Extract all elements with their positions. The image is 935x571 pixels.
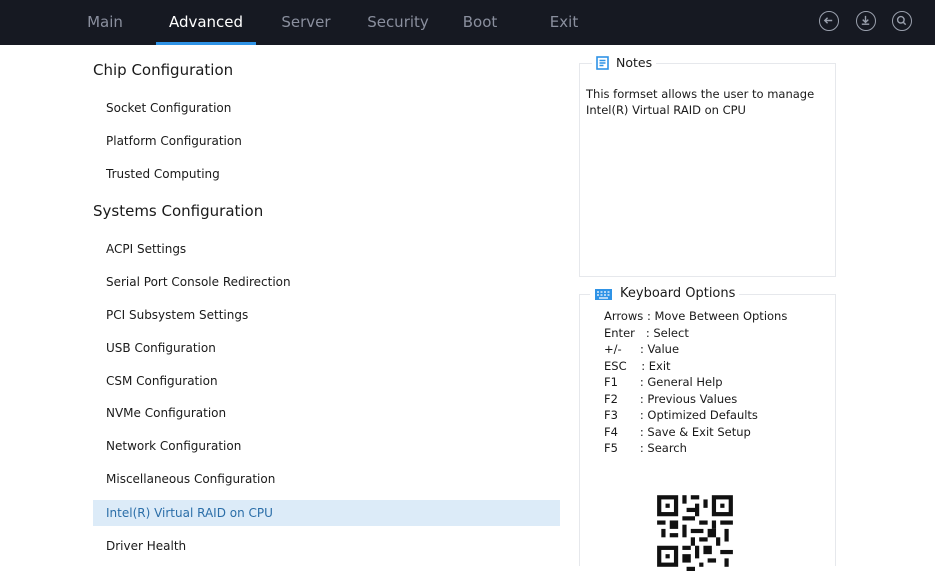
qr-code-icon xyxy=(652,491,738,571)
key-hint: F2 : Previous Values xyxy=(604,391,738,406)
notes-icon xyxy=(596,55,609,70)
back-icon[interactable] xyxy=(819,11,839,31)
menu-item-serial-port-console-redirection[interactable]: Serial Port Console Redirection xyxy=(93,269,560,295)
menu-item-intel-virtual-raid-on-cpu[interactable]: Intel(R) Virtual RAID on CPU xyxy=(93,500,560,526)
notes-header: Notes xyxy=(592,55,657,70)
menu-item-trusted-computing[interactable]: Trusted Computing xyxy=(93,161,560,187)
search-icon[interactable] xyxy=(892,11,912,31)
key-hint: F4 : Save & Exit Setup xyxy=(604,424,751,439)
notes-text: This formset allows the user to manage I… xyxy=(586,87,815,117)
menu-item-driver-health[interactable]: Driver Health xyxy=(93,533,560,559)
tab-server[interactable]: Server xyxy=(275,0,337,45)
menu-item-pci-subsystem-settings[interactable]: PCI Subsystem Settings xyxy=(93,302,560,328)
menu-item-nvme-configuration[interactable]: NVMe Configuration xyxy=(93,400,560,426)
menu-list: Chip Configuration Socket Configuration … xyxy=(93,45,560,566)
tab-security[interactable]: Security xyxy=(363,0,433,45)
key-hint: Arrows : Move Between Options xyxy=(604,309,788,323)
tab-main[interactable]: Main xyxy=(80,0,130,45)
notes-panel: Notes This formset allows the user to ma… xyxy=(579,55,836,277)
key-hint: +/- : Value xyxy=(604,342,680,356)
download-icon[interactable] xyxy=(856,11,876,31)
menu-item-platform-configuration[interactable]: Platform Configuration xyxy=(93,128,560,154)
keyboard-options-title: Keyboard Options xyxy=(620,286,736,301)
key-hint: Enter : Select xyxy=(604,325,689,340)
keyboard-options-list: Arrows : Move Between Options Enter : Se… xyxy=(604,308,787,457)
menu-item-miscellaneous-configuration[interactable]: Miscellaneous Configuration xyxy=(93,466,560,492)
notes-title: Notes xyxy=(616,55,653,70)
tab-advanced[interactable]: Advanced xyxy=(156,0,256,45)
menu-item-usb-configuration[interactable]: USB Configuration xyxy=(93,335,560,361)
menu-item-csm-configuration[interactable]: CSM Configuration xyxy=(93,368,560,394)
tab-exit[interactable]: Exit xyxy=(544,0,584,45)
menu-item-socket-configuration[interactable]: Socket Configuration xyxy=(93,95,560,121)
top-menu-bar: Main Advanced Server Security Boot Exit xyxy=(0,0,935,45)
section-title-chip: Chip Configuration xyxy=(93,61,234,79)
key-hint: F3 : Optimized Defaults xyxy=(604,408,758,422)
key-hint: F5 : Search xyxy=(604,441,687,455)
tab-boot[interactable]: Boot xyxy=(457,0,503,45)
keyboard-icon xyxy=(595,288,612,300)
keyboard-options-panel: Keyboard Options Arrows : Move Between O… xyxy=(579,286,836,571)
menu-item-acpi-settings[interactable]: ACPI Settings xyxy=(93,236,560,262)
menu-item-network-configuration[interactable]: Network Configuration xyxy=(93,433,560,459)
keyboard-options-header: Keyboard Options xyxy=(590,286,740,301)
key-hint: ESC : Exit xyxy=(604,358,671,373)
key-hint: F1 : General Help xyxy=(604,375,723,389)
section-title-systems: Systems Configuration xyxy=(93,202,264,220)
